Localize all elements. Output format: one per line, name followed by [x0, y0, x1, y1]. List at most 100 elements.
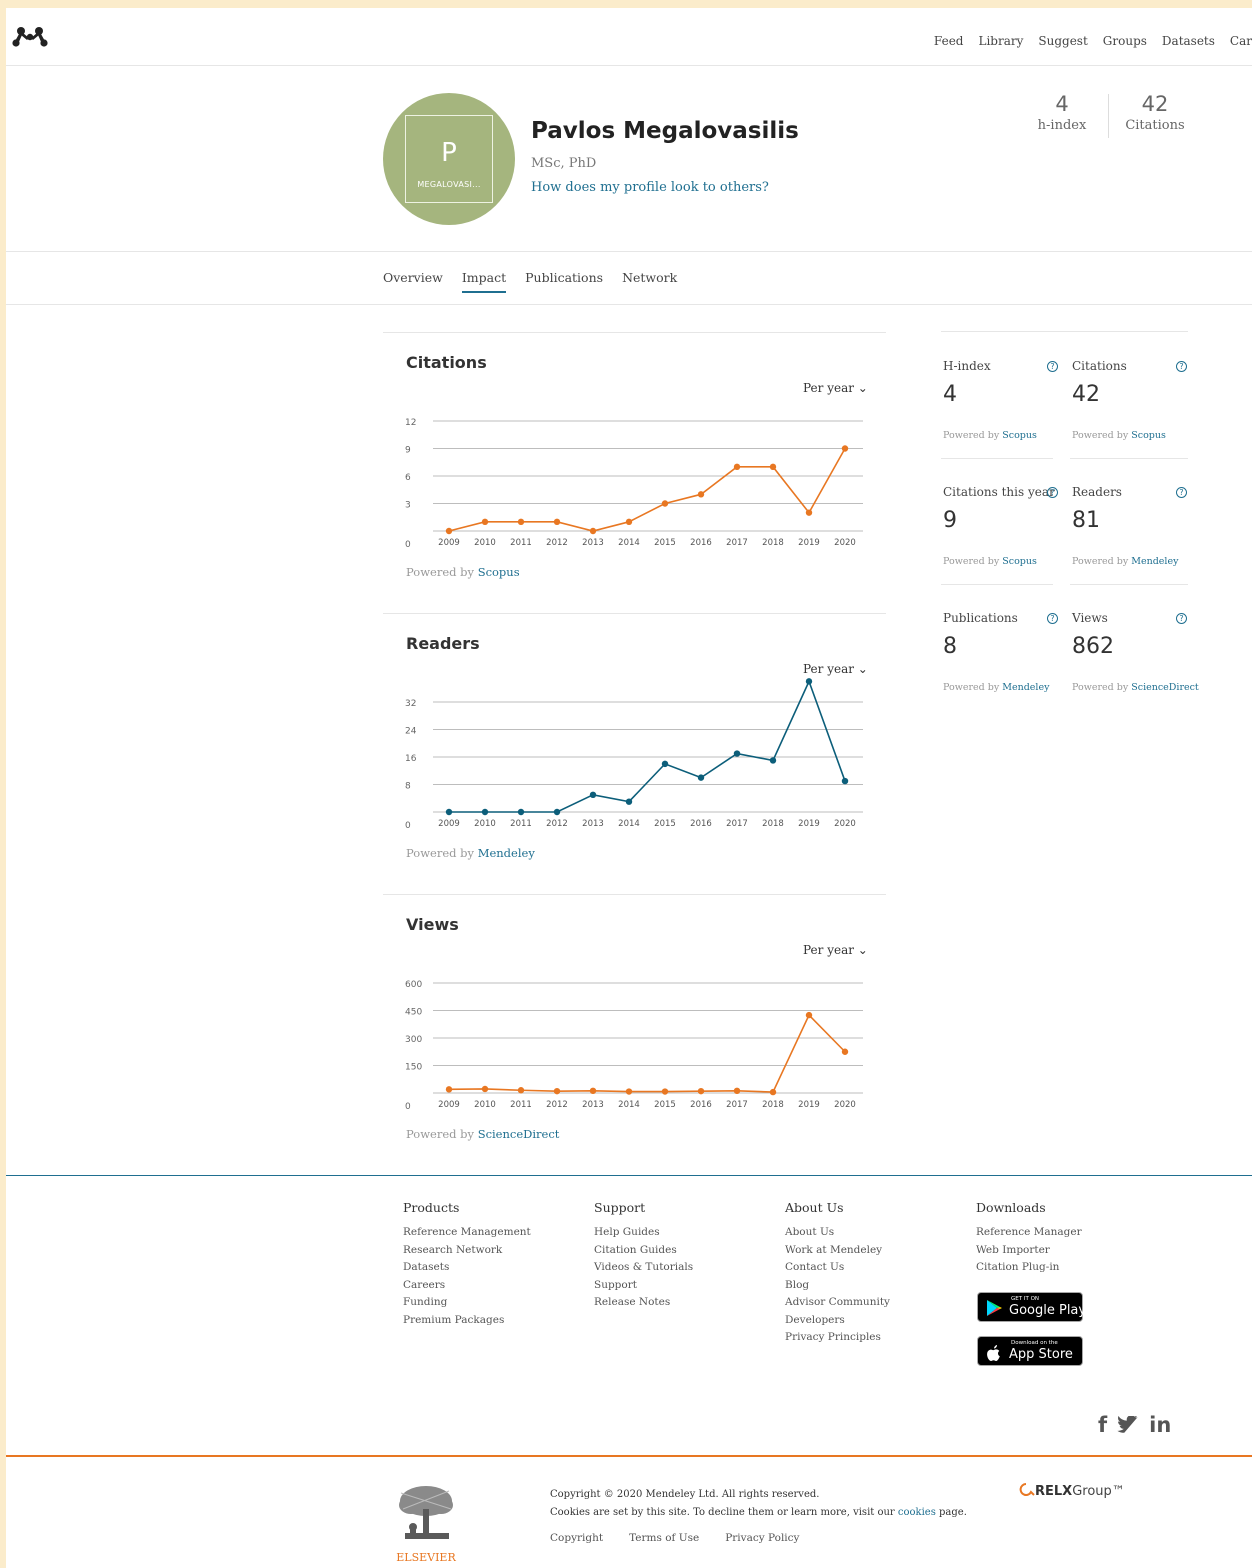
- relx-mark-icon: [1019, 1483, 1035, 1496]
- data-point: [625, 798, 633, 805]
- legal-links: Copyright Terms of Use Privacy Policy: [550, 1532, 799, 1544]
- nav-library[interactable]: Library: [978, 34, 1023, 48]
- tab-impact[interactable]: Impact: [461, 270, 507, 293]
- divider: [941, 584, 1053, 585]
- y-tick-label: 0: [405, 1102, 411, 1112]
- footer-link[interactable]: Citation Plug-in: [976, 1259, 1082, 1277]
- footer-link[interactable]: Careers: [403, 1277, 531, 1295]
- tab-publications[interactable]: Publications: [525, 270, 603, 293]
- privacy-link[interactable]: Privacy Policy: [725, 1532, 799, 1544]
- x-tick-label: 2012: [546, 1100, 568, 1110]
- powered-by-link[interactable]: Scopus: [478, 565, 520, 579]
- cookies-link[interactable]: cookies: [898, 1507, 936, 1518]
- footer-link[interactable]: Videos & Tutorials: [594, 1259, 693, 1277]
- period-dropdown[interactable]: Per year ⌄: [803, 381, 868, 395]
- help-icon[interactable]: ?: [1176, 487, 1187, 498]
- x-tick-label: 2020: [834, 819, 856, 829]
- period-label: Per year: [803, 943, 854, 957]
- mendeley-logo-icon[interactable]: [12, 26, 48, 48]
- app-store-badge[interactable]: Download on the App Store: [977, 1336, 1083, 1366]
- powered-by-link[interactable]: Scopus: [1002, 556, 1037, 567]
- help-icon[interactable]: ?: [1047, 487, 1058, 498]
- stat-label: Views: [1072, 611, 1108, 625]
- data-point: [841, 445, 849, 452]
- nav-careers[interactable]: Car: [1230, 34, 1252, 48]
- twitter-icon[interactable]: [1117, 1416, 1139, 1434]
- x-tick-label: 2019: [798, 819, 820, 829]
- views-chart: 0 150 300 450 600 2009 2010 2011 2012 2013 2014 201…: [405, 980, 863, 1112]
- help-icon[interactable]: ?: [1047, 361, 1058, 372]
- help-icon[interactable]: ?: [1176, 361, 1187, 372]
- badge-small-text: Download on the: [1011, 1340, 1058, 1346]
- powered-by-link[interactable]: ScienceDirect: [1131, 682, 1199, 693]
- elsevier-wordmark: ELSEVIER: [396, 1551, 456, 1564]
- nav-datasets[interactable]: Datasets: [1162, 34, 1215, 48]
- footer-link[interactable]: Work at Mendeley: [785, 1242, 890, 1260]
- nav-feed[interactable]: Feed: [934, 34, 964, 48]
- help-icon[interactable]: ?: [1047, 613, 1058, 624]
- powered-by-link[interactable]: Mendeley: [1131, 556, 1178, 567]
- google-play-badge[interactable]: GET IT ON Google Play: [977, 1292, 1086, 1322]
- footer-link[interactable]: Developers: [785, 1312, 890, 1330]
- avatar-initial: P: [441, 138, 457, 168]
- data-point: [481, 1085, 489, 1093]
- relx-logo[interactable]: RELXGroup™: [1019, 1483, 1125, 1499]
- footer-link[interactable]: About Us: [785, 1224, 890, 1242]
- y-tick-label: 3: [405, 501, 411, 511]
- footer-link[interactable]: Reference Management: [403, 1224, 531, 1242]
- powered-by-link[interactable]: Mendeley: [1002, 682, 1049, 693]
- footer-link[interactable]: Reference Manager: [976, 1224, 1082, 1242]
- copyright-link[interactable]: Copyright: [550, 1532, 603, 1544]
- nav-suggest[interactable]: Suggest: [1038, 34, 1087, 48]
- apple-icon: [987, 1345, 1000, 1361]
- tab-network[interactable]: Network: [622, 270, 677, 293]
- footer-link[interactable]: Advisor Community: [785, 1294, 890, 1312]
- powered-by-link[interactable]: Mendeley: [478, 846, 535, 860]
- powered-by-link[interactable]: ScienceDirect: [478, 1127, 560, 1141]
- data-point: [697, 1087, 705, 1095]
- linkedin-icon[interactable]: in: [1149, 1413, 1171, 1437]
- terms-link[interactable]: Terms of Use: [629, 1532, 699, 1544]
- elsevier-logo[interactable]: ELSEVIER: [391, 1483, 461, 1564]
- tab-overview[interactable]: Overview: [383, 270, 443, 293]
- footer-link[interactable]: Web Importer: [976, 1242, 1082, 1260]
- footer-heading: Downloads: [976, 1200, 1046, 1215]
- stat-label: Citations this year: [943, 485, 1055, 499]
- powered-prefix: Powered by: [406, 846, 475, 860]
- footer-link[interactable]: Datasets: [403, 1259, 531, 1277]
- powered-by-link[interactable]: Scopus: [1131, 430, 1166, 441]
- facebook-icon[interactable]: f: [1098, 1413, 1107, 1437]
- footer-link[interactable]: Citation Guides: [594, 1242, 693, 1260]
- footer-link[interactable]: Research Network: [403, 1242, 531, 1260]
- x-tick-label: 2018: [762, 538, 784, 548]
- powered-by: Powered by Scopus: [943, 556, 1037, 567]
- powered-by-link[interactable]: Scopus: [1002, 430, 1037, 441]
- top-nav: Feed Library Suggest Groups Datasets Car: [6, 8, 1252, 66]
- citations-chart: 0 3 6 9 12 2009 2010 2011 2012 2013 2014 2015 2016 20…: [405, 418, 863, 550]
- period-dropdown[interactable]: Per year ⌄: [803, 662, 868, 676]
- data-point: [589, 1087, 597, 1094]
- x-tick-label: 2017: [726, 819, 748, 829]
- data-point: [517, 808, 525, 816]
- x-tick-label: 2016: [690, 819, 712, 829]
- footer-link[interactable]: Contact Us: [785, 1259, 890, 1277]
- footer-link[interactable]: Release Notes: [594, 1294, 693, 1312]
- footer-link[interactable]: Blog: [785, 1277, 890, 1295]
- chevron-down-icon: ⌄: [857, 943, 868, 957]
- footer-link[interactable]: Funding: [403, 1294, 531, 1312]
- chart-title: Readers: [406, 634, 480, 653]
- x-tick-label: 2009: [438, 538, 460, 548]
- data-point: [697, 491, 705, 498]
- footer-link[interactable]: Privacy Principles: [785, 1329, 890, 1347]
- nav-groups[interactable]: Groups: [1103, 34, 1147, 48]
- help-icon[interactable]: ?: [1176, 613, 1187, 624]
- stat-value: 42: [1072, 382, 1100, 407]
- footer-link[interactable]: Support: [594, 1277, 693, 1295]
- x-tick-label: 2016: [690, 538, 712, 548]
- x-tick-label: 2017: [726, 1100, 748, 1110]
- footer-link[interactable]: Premium Packages: [403, 1312, 531, 1330]
- profile-preview-link[interactable]: How does my profile look to others?: [531, 180, 769, 195]
- period-dropdown[interactable]: Per year ⌄: [803, 943, 868, 957]
- data-point: [841, 777, 849, 785]
- footer-link[interactable]: Help Guides: [594, 1224, 693, 1242]
